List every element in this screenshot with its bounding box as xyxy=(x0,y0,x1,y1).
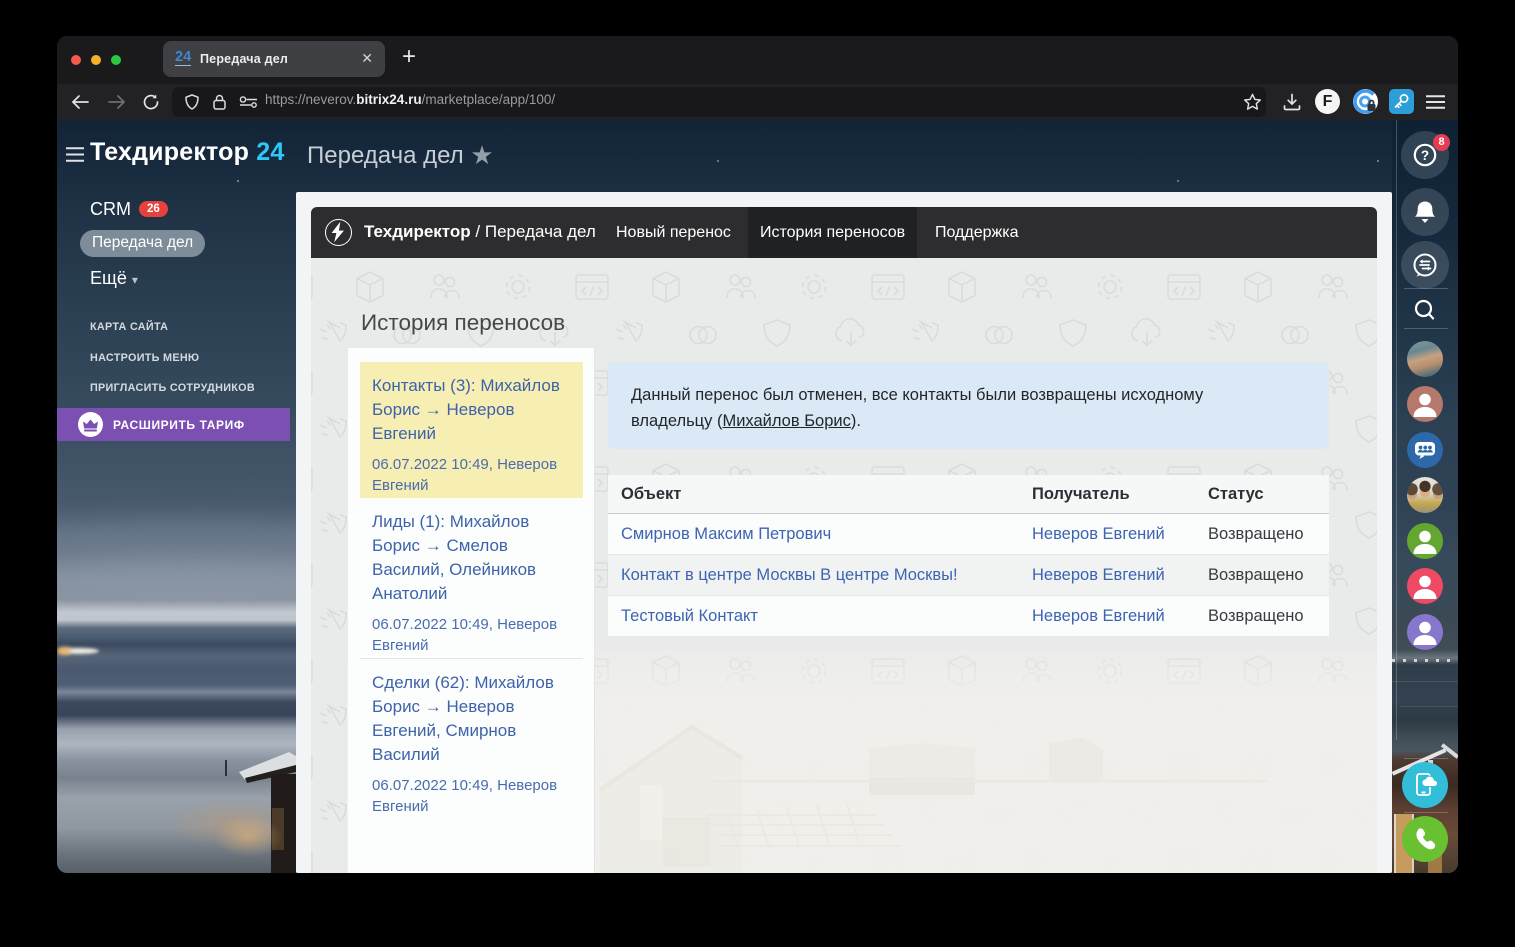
svg-text:?: ? xyxy=(1421,148,1429,163)
